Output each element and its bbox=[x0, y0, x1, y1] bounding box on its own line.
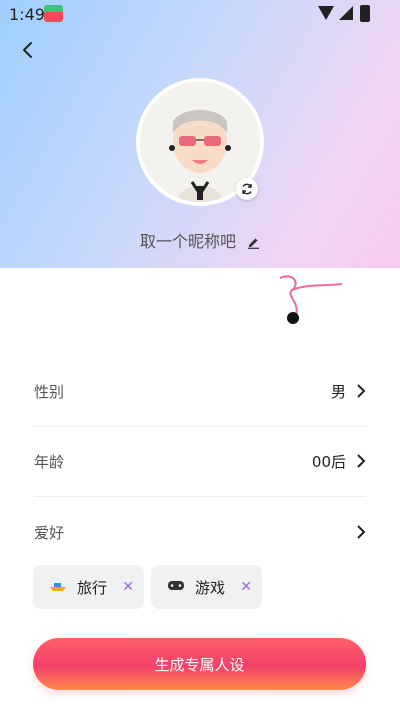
age-label: 年龄 bbox=[34, 452, 65, 471]
gamepad-icon bbox=[167, 578, 185, 596]
gender-label: 性别 bbox=[34, 382, 65, 401]
chevron-right-icon bbox=[357, 384, 366, 398]
chevron-right-icon bbox=[357, 454, 366, 468]
refresh-icon bbox=[242, 183, 252, 195]
boat-icon bbox=[49, 578, 67, 596]
hobby-label: 爱好 bbox=[34, 523, 65, 542]
remove-tag-icon[interactable]: ✕ bbox=[122, 579, 134, 595]
app-notification-icon bbox=[44, 5, 63, 22]
signal-icon bbox=[339, 6, 353, 20]
remove-tag-icon[interactable]: ✕ bbox=[240, 579, 252, 595]
refresh-avatar-button[interactable] bbox=[236, 178, 258, 200]
status-time: 1:49 bbox=[9, 5, 45, 24]
battery-icon bbox=[360, 5, 370, 22]
age-row[interactable]: 年龄 00后 bbox=[34, 426, 366, 497]
generate-persona-button[interactable]: 生成专属人设 bbox=[33, 638, 366, 690]
chevron-left-icon bbox=[23, 42, 32, 58]
nickname-placeholder: 取一个昵称吧 bbox=[139, 232, 236, 251]
gender-value: 男 bbox=[330, 382, 346, 401]
status-bar: 1:49 bbox=[0, 0, 400, 28]
hobby-tag-travel[interactable]: 旅行 ✕ bbox=[33, 565, 144, 609]
hobby-row[interactable]: 爱好 bbox=[34, 497, 366, 567]
gender-row[interactable]: 性别 男 bbox=[34, 356, 366, 427]
age-value: 00后 bbox=[311, 452, 346, 471]
back-button[interactable] bbox=[16, 38, 40, 62]
hobby-tag-gaming[interactable]: 游戏 ✕ bbox=[151, 565, 262, 609]
chevron-right-icon bbox=[357, 525, 366, 539]
hobby-tag-label: 旅行 bbox=[77, 578, 108, 597]
wifi-icon bbox=[318, 6, 334, 20]
doodle-scribble bbox=[279, 275, 343, 324]
hobby-tag-label: 游戏 bbox=[195, 578, 226, 597]
edit-pencil-icon[interactable] bbox=[247, 234, 260, 253]
nickname-field[interactable]: 取一个昵称吧 bbox=[0, 228, 400, 253]
